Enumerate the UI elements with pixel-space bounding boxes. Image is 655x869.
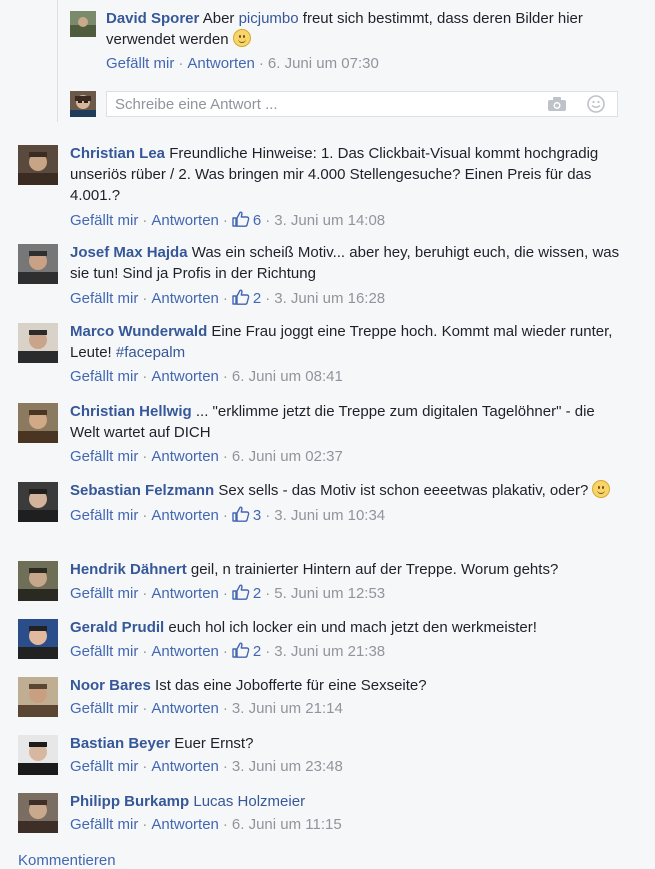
avatar[interactable]	[18, 482, 58, 522]
avatar[interactable]	[18, 677, 58, 717]
like-count[interactable]: 2	[253, 643, 261, 660]
like-link[interactable]: Gefällt mir	[70, 290, 138, 307]
like-link[interactable]: Gefällt mir	[70, 700, 138, 717]
like-count[interactable]: 6	[253, 212, 261, 229]
timestamp[interactable]: 6. Juni um 11:15	[232, 816, 342, 833]
comment-author[interactable]: Josef Max Hajda	[70, 244, 188, 261]
camera-icon[interactable]	[547, 96, 567, 116]
timestamp[interactable]: 3. Juni um 21:14	[232, 700, 343, 717]
reply-link[interactable]: Antworten	[151, 212, 219, 229]
comment-author[interactable]: Philipp Burkamp	[70, 793, 189, 810]
timestamp[interactable]: 6. Juni um 08:41	[232, 368, 343, 385]
reply-link[interactable]: Antworten	[151, 448, 219, 465]
avatar[interactable]	[18, 323, 58, 363]
like-link[interactable]: Gefällt mir	[70, 507, 138, 524]
avatar[interactable]	[70, 11, 96, 37]
comment-text: Aber	[202, 10, 235, 27]
like-link[interactable]: Gefällt mir	[70, 448, 138, 465]
comment-author[interactable]: Sebastian Felzmann	[70, 482, 214, 499]
smiley-icon	[232, 29, 251, 47]
timestamp[interactable]: 3. Juni um 14:08	[274, 212, 385, 229]
reply-link[interactable]: Antworten	[187, 55, 255, 72]
like-link[interactable]: Gefällt mir	[70, 643, 138, 660]
comment-author[interactable]: Marco Wunderwald	[70, 323, 207, 340]
comment-author[interactable]: Gerald Prudil	[70, 619, 164, 636]
reply-link[interactable]: Antworten	[151, 368, 219, 385]
avatar[interactable]	[18, 619, 58, 659]
comment-author[interactable]: Christian Hellwig	[70, 403, 192, 420]
tagged-user-link[interactable]: Lucas Holzmeier	[193, 793, 305, 810]
like-thumb-icon[interactable]	[232, 506, 250, 527]
smiley-icon	[592, 480, 611, 498]
like-count[interactable]: 2	[253, 290, 261, 307]
like-thumb-icon[interactable]	[232, 584, 250, 605]
like-thumb-icon[interactable]	[232, 211, 250, 232]
hashtag-link[interactable]: #facepalm	[116, 344, 185, 361]
comment-author[interactable]: Christian Lea	[70, 145, 165, 162]
timestamp[interactable]: 6. Juni um 02:37	[232, 448, 343, 465]
avatar[interactable]	[18, 244, 58, 284]
reply-link[interactable]: Antworten	[151, 507, 219, 524]
reply-link[interactable]: Antworten	[151, 585, 219, 602]
comment-author[interactable]: Bastian Beyer	[70, 735, 170, 752]
comment-text: geil, n trainierter Hintern auf der Trep…	[190, 561, 559, 578]
avatar[interactable]	[18, 793, 58, 833]
like-thumb-icon[interactable]	[232, 289, 250, 310]
comment-text: Sex sells - das Motiv ist schon eeeetwas…	[218, 482, 589, 499]
timestamp[interactable]: 3. Juni um 23:48	[232, 758, 343, 775]
reply-link[interactable]: Antworten	[151, 700, 219, 717]
reply-avatar	[70, 91, 96, 117]
reply-link[interactable]: Antworten	[151, 643, 219, 660]
smiley-icon[interactable]	[587, 95, 605, 117]
reply-link[interactable]: Antworten	[151, 758, 219, 775]
comment-author[interactable]: Noor Bares	[70, 677, 151, 694]
like-link[interactable]: Gefällt mir	[70, 816, 138, 833]
comment-link[interactable]: Kommentieren	[18, 852, 116, 869]
timestamp[interactable]: 5. Juni um 12:53	[274, 585, 385, 602]
like-thumb-icon[interactable]	[232, 642, 250, 663]
reply-link[interactable]: Antworten	[151, 290, 219, 307]
timestamp[interactable]: 3. Juni um 10:34	[274, 507, 385, 524]
avatar[interactable]	[18, 735, 58, 775]
mention-link[interactable]: picjumbo	[239, 10, 299, 27]
comment-text: euch hol ich locker ein und mach jetzt d…	[168, 619, 537, 636]
like-link[interactable]: Gefällt mir	[106, 55, 174, 72]
reply-link[interactable]: Antworten	[151, 816, 219, 833]
comment-text: Euer Ernst?	[174, 735, 254, 752]
comment-author[interactable]: Hendrik Dähnert	[70, 561, 187, 578]
timestamp[interactable]: 3. Juni um 21:38	[274, 643, 385, 660]
reply-input-box[interactable]	[106, 91, 618, 117]
like-link[interactable]: Gefällt mir	[70, 368, 138, 385]
avatar[interactable]	[18, 403, 58, 443]
reply-input[interactable]	[107, 92, 543, 116]
like-link[interactable]: Gefällt mir	[70, 212, 138, 229]
comment-text: Ist das eine Jobofferte für eine Sexseit…	[155, 677, 427, 694]
timestamp[interactable]: 6. Juni um 07:30	[268, 55, 379, 72]
like-link[interactable]: Gefällt mir	[70, 585, 138, 602]
like-count[interactable]: 2	[253, 585, 261, 602]
like-link[interactable]: Gefällt mir	[70, 758, 138, 775]
comment-author[interactable]: David Sporer	[106, 10, 199, 27]
avatar[interactable]	[18, 145, 58, 185]
like-count[interactable]: 3	[253, 507, 261, 524]
avatar[interactable]	[18, 561, 58, 601]
timestamp[interactable]: 3. Juni um 16:28	[274, 290, 385, 307]
